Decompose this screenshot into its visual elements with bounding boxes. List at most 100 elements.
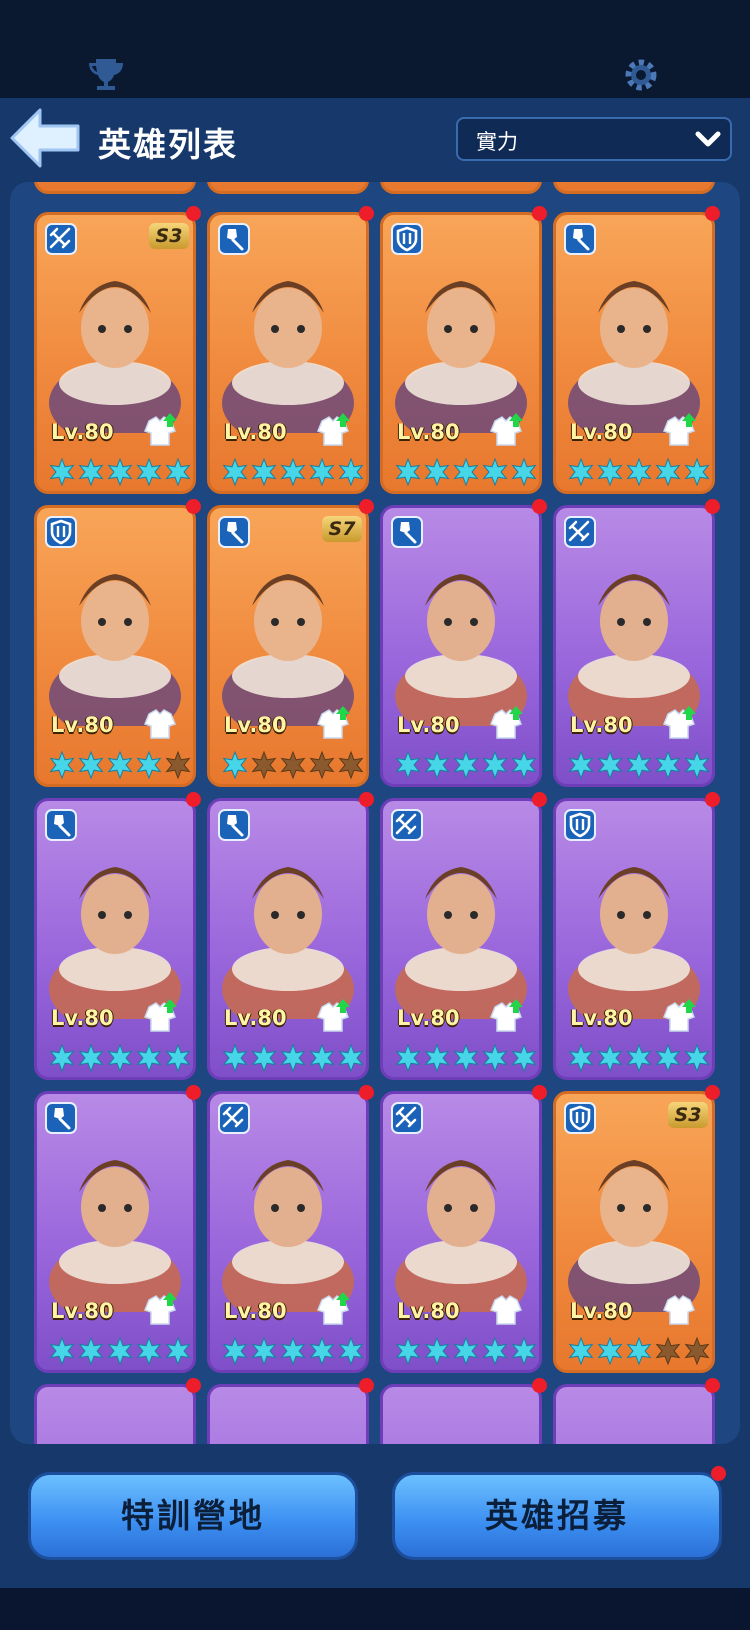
gear-upgrade-icon[interactable]: [660, 997, 698, 1033]
hero-card-partial[interactable]: [553, 182, 715, 194]
gear-upgrade-icon[interactable]: [487, 704, 525, 740]
notification-dot: [186, 499, 201, 514]
hero-card[interactable]: Lv.80: [553, 798, 715, 1080]
notification-dot: [186, 1085, 201, 1100]
training-camp-button[interactable]: 特訓營地: [28, 1472, 358, 1560]
sort-dropdown[interactable]: 實力: [456, 117, 732, 161]
gear-upgrade-icon[interactable]: [314, 1290, 352, 1326]
notification-dot: [532, 499, 547, 514]
hero-card[interactable]: S3 Lv.80: [553, 1091, 715, 1373]
season-badge: S3: [149, 223, 189, 249]
star-rating: [395, 1336, 537, 1366]
hero-portrait: [395, 574, 527, 726]
hero-card-partial[interactable]: [553, 1384, 715, 1444]
gear-upgrade-icon[interactable]: [141, 411, 179, 447]
gear-upgrade-icon[interactable]: [660, 1290, 698, 1326]
hero-card[interactable]: Lv.80: [553, 505, 715, 787]
page-title: 英雄列表: [98, 125, 238, 164]
shield-class-icon: [564, 809, 596, 841]
star-rating: [222, 750, 364, 780]
hero-grid[interactable]: S3 Lv.80 Lv.80 Lv.80 Lv.80 Lv.80 S7 Lv.80 Lv.80 L…: [10, 182, 740, 1444]
gear-upgrade-icon[interactable]: [314, 997, 352, 1033]
season-badge: S3: [668, 1102, 708, 1128]
hero-portrait: [568, 1160, 700, 1312]
hero-card-partial[interactable]: [380, 1384, 542, 1444]
hero-portrait: [49, 1160, 181, 1312]
gear-upgrade-icon[interactable]: [487, 411, 525, 447]
hero-card[interactable]: S3 Lv.80: [34, 212, 196, 494]
star-rating: [222, 457, 364, 487]
hero-level: Lv.80: [224, 713, 287, 737]
star-rating: [222, 1336, 364, 1366]
notification-dot: [532, 1378, 547, 1393]
hero-card[interactable]: Lv.80: [207, 1091, 369, 1373]
hero-portrait: [222, 281, 354, 433]
gear-upgrade-icon[interactable]: [487, 1290, 525, 1326]
notification-dot: [532, 792, 547, 807]
notification-dot: [705, 499, 720, 514]
gear-upgrade-icon[interactable]: [314, 411, 352, 447]
shovel-class-icon: [218, 516, 250, 548]
hero-card-partial[interactable]: [34, 182, 196, 194]
hero-card[interactable]: Lv.80: [34, 798, 196, 1080]
star-rating: [395, 457, 537, 487]
hero-portrait: [49, 867, 181, 1019]
notification-dot: [711, 1466, 726, 1481]
star-rating: [49, 457, 191, 487]
gear-upgrade-icon[interactable]: [141, 704, 179, 740]
hero-card-partial[interactable]: [380, 182, 542, 194]
hero-card-partial[interactable]: [34, 1384, 196, 1444]
hero-card[interactable]: S7 Lv.80: [207, 505, 369, 787]
hero-card[interactable]: Lv.80: [553, 212, 715, 494]
hero-card[interactable]: Lv.80: [380, 505, 542, 787]
gear-upgrade-icon[interactable]: [487, 997, 525, 1033]
shovel-class-icon: [45, 809, 77, 841]
hero-card[interactable]: Lv.80: [380, 1091, 542, 1373]
gear-icon[interactable]: [622, 56, 660, 94]
trophy-icon[interactable]: [86, 56, 126, 92]
gear-upgrade-icon[interactable]: [141, 1290, 179, 1326]
star-rating: [395, 1043, 537, 1073]
notification-dot: [532, 1085, 547, 1100]
hero-card-partial[interactable]: [207, 1384, 369, 1444]
notification-dot: [359, 1085, 374, 1100]
hero-card[interactable]: Lv.80: [380, 798, 542, 1080]
hero-portrait: [568, 281, 700, 433]
hero-portrait: [222, 574, 354, 726]
hero-card-partial[interactable]: [207, 182, 369, 194]
gear-upgrade-icon[interactable]: [314, 704, 352, 740]
shield-class-icon: [45, 516, 77, 548]
hero-card[interactable]: Lv.80: [207, 212, 369, 494]
gear-upgrade-icon[interactable]: [660, 704, 698, 740]
gear-upgrade-icon[interactable]: [660, 411, 698, 447]
star-rating: [49, 1043, 191, 1073]
shovel-class-icon: [218, 223, 250, 255]
chevron-down-icon: [695, 131, 721, 147]
star-rating: [395, 750, 537, 780]
hero-level: Lv.80: [224, 1299, 287, 1323]
shovel-class-icon: [391, 516, 423, 548]
star-rating: [568, 1336, 710, 1366]
system-nav-bar: [0, 1588, 750, 1630]
hero-card[interactable]: Lv.80: [34, 505, 196, 787]
notification-dot: [705, 1378, 720, 1393]
hero-card[interactable]: Lv.80: [207, 798, 369, 1080]
notification-dot: [705, 792, 720, 807]
star-rating: [568, 1043, 710, 1073]
hero-card[interactable]: Lv.80: [34, 1091, 196, 1373]
hero-portrait: [568, 574, 700, 726]
hero-level: Lv.80: [51, 1006, 114, 1030]
gear-upgrade-icon[interactable]: [141, 997, 179, 1033]
back-arrow-icon[interactable]: [10, 108, 80, 168]
hero-card[interactable]: Lv.80: [380, 212, 542, 494]
notification-dot: [359, 792, 374, 807]
crossbow-class-icon: [218, 1102, 250, 1134]
hero-recruit-button[interactable]: 英雄招募: [392, 1472, 722, 1560]
notification-dot: [359, 499, 374, 514]
hero-level: Lv.80: [224, 420, 287, 444]
notification-dot: [359, 1378, 374, 1393]
hero-portrait: [222, 1160, 354, 1312]
star-rating: [222, 1043, 364, 1073]
sort-selected-label: 實力: [476, 130, 518, 154]
hero-portrait: [568, 867, 700, 1019]
